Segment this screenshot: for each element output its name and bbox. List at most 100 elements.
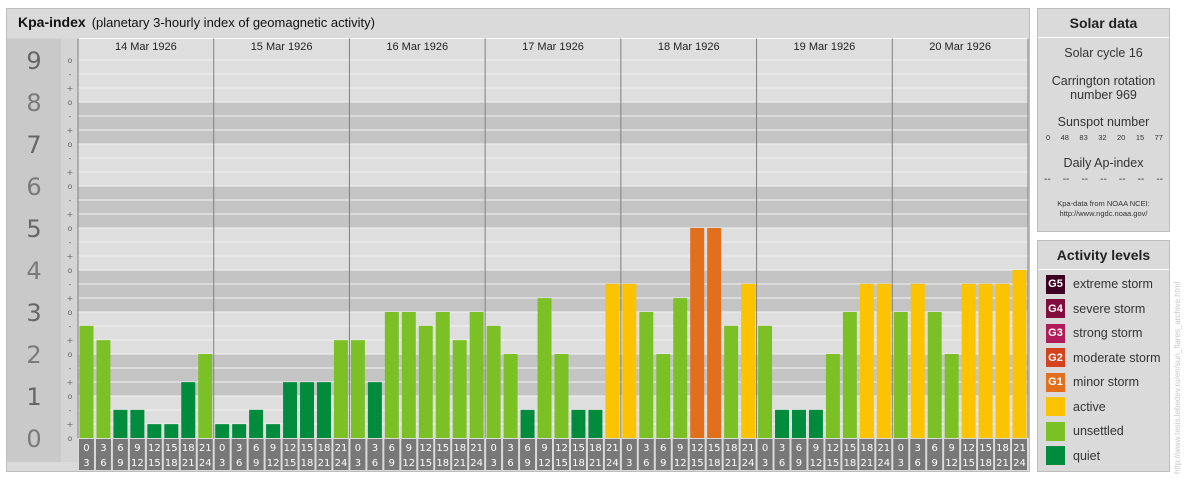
kp-bar	[79, 325, 94, 438]
interval-start-label: 6	[253, 443, 259, 454]
interval-end-label: 18	[436, 458, 449, 469]
carrington-line2: number 969	[1070, 88, 1137, 102]
interval-end-label: 18	[301, 458, 314, 469]
sub-tick-label: +	[67, 210, 74, 219]
interval-end-label: 18	[979, 458, 992, 469]
interval-end-label: 3	[898, 458, 904, 469]
interval-start-label: 0	[898, 443, 904, 454]
interval-end-label: 9	[524, 458, 530, 469]
sub-tick-label: o	[68, 266, 73, 275]
interval-start-label: 3	[779, 443, 785, 454]
y-tick-label: 3	[26, 299, 41, 327]
kp-bar	[469, 312, 484, 438]
date-label: 17 Mar 1926	[522, 41, 584, 53]
level-swatch	[1046, 421, 1065, 441]
sub-tick-label: -	[69, 112, 72, 121]
sub-tick-label: +	[67, 336, 74, 345]
level-label: minor storm	[1073, 375, 1139, 389]
level-label: unsettled	[1073, 424, 1124, 438]
interval-start-label: 0	[83, 443, 89, 454]
kp-bar	[571, 409, 586, 438]
interval-end-label: 6	[236, 458, 242, 469]
kp-bar	[198, 354, 213, 438]
ap-value: --	[1044, 174, 1051, 185]
kp-bar	[300, 382, 314, 438]
kp-bar	[792, 409, 806, 438]
kp-bar	[910, 283, 925, 438]
kp-bar	[639, 312, 654, 438]
interval-end-label: 12	[131, 458, 144, 469]
sub-tick-label: +	[67, 252, 74, 261]
sub-tick-label: -	[69, 322, 72, 331]
interval-start-label: 21	[199, 443, 212, 454]
sub-tick-label: o	[68, 98, 73, 107]
interval-end-label: 15	[284, 458, 297, 469]
kp-bar	[690, 228, 705, 438]
interval-end-label: 18	[844, 458, 857, 469]
interval-start-label: 3	[643, 443, 649, 454]
ap-value: --	[1137, 174, 1145, 185]
sub-tick-label: o	[68, 392, 73, 401]
kpa-chart-panel: Kpa-index (planetary 3-hourly index of ge…	[6, 8, 1030, 472]
sunspot-value: 83	[1079, 133, 1088, 142]
level-label: quiet	[1073, 448, 1101, 463]
interval-start-label: 9	[948, 443, 954, 454]
ap-value: --	[1062, 174, 1070, 185]
interval-start-label: 0	[762, 443, 768, 454]
credit-line1: Kpa-data from NOAA NCEI:	[1057, 199, 1150, 208]
interval-start-label: 15	[572, 443, 585, 454]
y-tick-label: 0	[26, 425, 41, 453]
level-label: strong storm	[1073, 326, 1143, 340]
kp-band	[78, 228, 1028, 270]
date-label: 15 Mar 1926	[251, 41, 313, 53]
level-label: extreme storm	[1073, 277, 1153, 291]
interval-start-label: 3	[100, 443, 106, 454]
interval-end-label: 15	[148, 458, 161, 469]
kp-bar	[724, 325, 739, 438]
sub-tick-label: o	[68, 56, 73, 65]
kp-bar	[758, 325, 773, 438]
ap-value: --	[1100, 174, 1107, 185]
credit-link[interactable]: http://www.ngdc.noaa.gov/	[1038, 209, 1169, 219]
interval-end-label: 12	[674, 458, 687, 469]
kp-bar	[1012, 270, 1027, 438]
interval-start-label: 12	[555, 443, 568, 454]
kp-bar	[232, 424, 247, 438]
interval-end-label: 24	[1013, 458, 1026, 469]
kp-bar	[622, 283, 637, 438]
sub-tick-label: -	[69, 70, 72, 79]
date-label: 20 Mar 1926	[929, 41, 991, 53]
kp-band	[78, 60, 1028, 102]
kp-bar	[350, 340, 365, 438]
interval-start-label: 0	[626, 443, 632, 454]
date-label: 14 Mar 1926	[115, 41, 177, 53]
interval-end-label: 18	[572, 458, 585, 469]
interval-end-label: 24	[877, 458, 890, 469]
interval-end-label: 3	[219, 458, 225, 469]
level-label: moderate storm	[1073, 350, 1161, 365]
kp-bar	[808, 409, 823, 438]
interval-start-label: 18	[589, 443, 602, 454]
interval-start-label: 15	[979, 443, 992, 454]
interval-start-label: 18	[725, 443, 738, 454]
kp-bar	[452, 340, 467, 438]
sub-tick-label: +	[67, 126, 74, 135]
data-credit: Kpa-data from NOAA NCEI: http://www.ngdc…	[1038, 199, 1169, 219]
sub-tick-label: +	[67, 378, 74, 387]
interval-start-label: 18	[860, 443, 873, 454]
kp-bar	[181, 382, 196, 438]
interval-end-label: 12	[810, 458, 823, 469]
interval-end-label: 3	[626, 458, 632, 469]
interval-end-label: 21	[453, 458, 466, 469]
kp-bar	[944, 354, 959, 438]
interval-end-label: 9	[932, 458, 938, 469]
y-tick-label: 7	[26, 131, 41, 159]
kp-bar	[266, 424, 281, 438]
kp-bar	[401, 312, 416, 438]
level-label: severe storm	[1073, 301, 1146, 316]
interval-start-label: 6	[524, 443, 530, 454]
interval-end-label: 6	[372, 458, 378, 469]
kp-bar	[537, 298, 552, 438]
interval-start-label: 0	[355, 443, 361, 454]
kp-bar	[147, 424, 162, 438]
